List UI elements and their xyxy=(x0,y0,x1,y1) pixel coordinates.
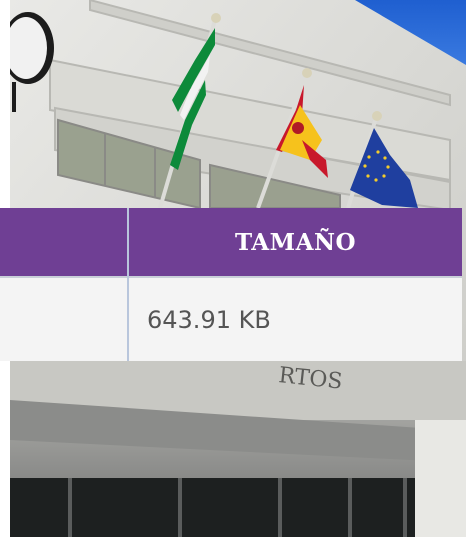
column-divider xyxy=(127,208,129,361)
table-header-label-1 xyxy=(0,208,127,276)
table-cell-1 xyxy=(0,278,127,361)
page: RTOS TAMAÑO 643.91 KB xyxy=(0,0,474,537)
table-header-label-size: TAMAÑO xyxy=(234,228,357,256)
file-info-table: TAMAÑO 643.91 KB xyxy=(0,208,462,361)
lower-building: RTOS xyxy=(10,361,466,537)
table-header-cell-size: TAMAÑO xyxy=(129,208,462,276)
table-cell-size: 643.91 KB xyxy=(129,278,462,361)
table-cell-label-size: 643.91 KB xyxy=(147,305,271,334)
table-header-cell-1 xyxy=(0,208,127,276)
